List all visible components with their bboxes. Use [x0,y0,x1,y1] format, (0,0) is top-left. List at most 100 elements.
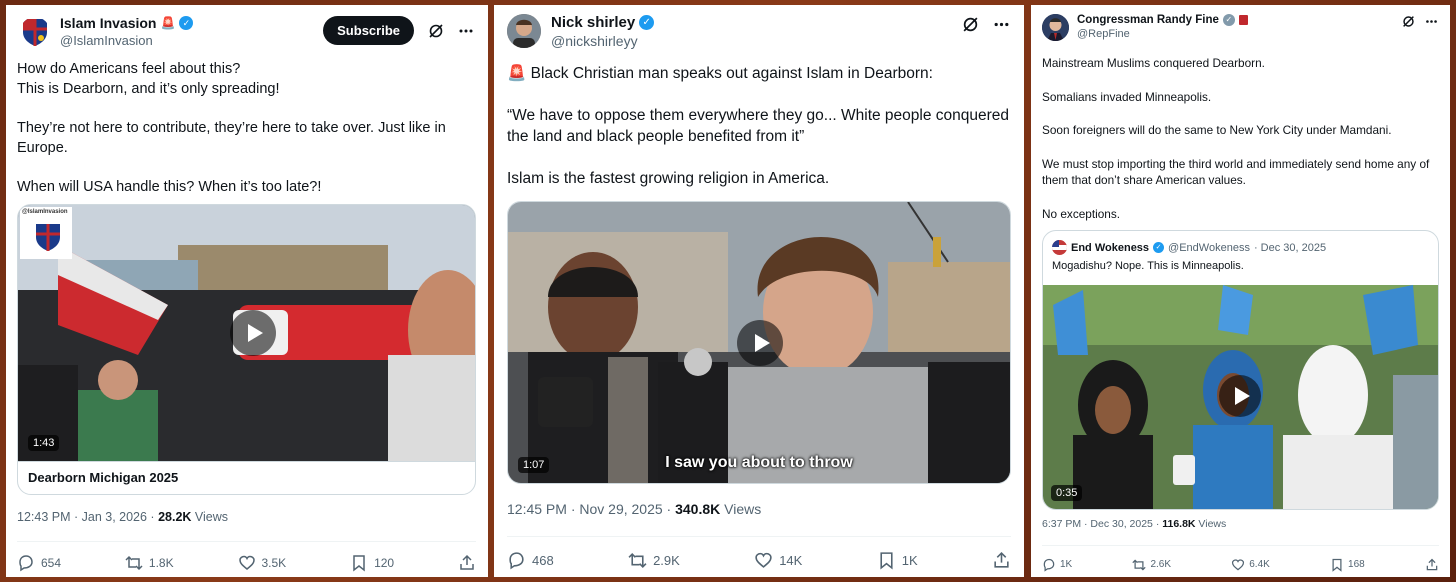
video-duration: 1:43 [28,435,60,451]
tweet-text: 🚨 Black Christian man speaks out against… [507,65,1010,188]
views-label: Views [1195,518,1227,530]
avatar[interactable] [1042,14,1069,41]
video-card[interactable]: @IslamInvasion 1:43 Dearborn Michigan 20… [17,204,476,495]
heart-icon [755,552,772,568]
timestamp[interactable]: 6:37 PM · Dec 30, 2025 · [1042,518,1162,530]
play-button[interactable] [230,310,276,356]
like-button[interactable]: 14K [754,546,802,574]
reply-icon [19,555,33,572]
repost-icon [1132,558,1147,571]
repost-button[interactable]: 2.9K [628,546,680,574]
play-button[interactable] [737,320,783,366]
grok-icon[interactable] [962,16,979,33]
author-handle[interactable]: @IslamInvasion [60,33,193,48]
like-count: 6.4K [1249,559,1270,570]
bookmark-button[interactable]: 1K [877,546,918,574]
like-count: 14K [779,552,803,568]
play-button[interactable] [1219,375,1261,417]
bookmark-button[interactable]: 168 [1330,554,1365,575]
like-count: 3.5K [261,556,287,570]
avatar[interactable] [507,14,541,48]
bookmark-icon [353,555,365,572]
header-actions [962,16,1010,33]
reply-button[interactable]: 654 [17,551,61,575]
share-icon [994,551,1009,568]
views-label: Views [720,501,762,517]
grok-icon[interactable] [1402,15,1415,28]
author-handle[interactable]: @RepFine [1077,28,1248,40]
tweet-meta: 6:37 PM · Dec 30, 2025 · 116.8K Views [1042,518,1226,530]
tweet-text: How do Americans feel about this? This i… [17,61,446,196]
avatar[interactable] [20,17,50,47]
reply-count: 468 [532,552,554,568]
heart-icon [238,555,255,570]
bookmark-count: 120 [374,556,395,570]
author-name[interactable]: Islam Invasion [60,15,156,31]
avatar[interactable] [1052,240,1067,255]
reply-icon [1043,558,1055,572]
share-button[interactable] [458,551,476,575]
profile-photo [507,14,541,48]
share-icon [460,554,474,570]
affiliation-flag-icon [1238,15,1248,25]
quote-tweet[interactable]: End Wokeness ✓ @EndWokeness · Dec 30, 20… [1042,230,1439,510]
more-icon[interactable] [993,16,1010,33]
video-card[interactable]: 1:07 I saw you about to throw [507,201,1011,484]
header-actions: Subscribe [323,16,474,45]
watermark-shield-icon [36,224,60,251]
author-handle[interactable]: @nickshirleyy [551,33,654,49]
views-label: Views [191,510,229,524]
tweet-meta: 12:45 PM · Nov 29, 2025 · 340.8K Views [507,501,761,517]
subscribe-button[interactable]: Subscribe [323,16,414,45]
more-icon[interactable] [1425,15,1438,28]
timestamp[interactable]: 12:43 PM · Jan 3, 2026 · [17,510,158,524]
grok-icon[interactable] [428,23,444,39]
action-bar: 654 1.8K 3.5K 120 [17,541,476,575]
view-count: 116.8K [1162,518,1196,530]
repost-button[interactable]: 1.8K [125,551,174,575]
bookmark-count: 168 [1348,559,1365,570]
share-icon [1426,558,1438,570]
video-subtitle: I saw you about to throw [665,454,853,471]
reply-count: 1K [1060,559,1073,570]
verified-badge-icon: ✓ [179,16,194,30]
bookmark-button[interactable]: 120 [350,551,394,575]
video-duration: 0:35 [1051,485,1083,501]
view-count: 28.2K [158,510,192,524]
quote-author-handle[interactable]: @EndWokeness [1168,242,1250,254]
share-button[interactable] [992,546,1011,574]
profile-photo [1052,240,1067,255]
author-name[interactable]: Nick shirley [551,14,635,31]
alert-emoji: 🚨 [160,16,176,30]
tweet-meta: 12:43 PM · Jan 3, 2026 · 28.2K Views [17,510,228,524]
tweet-header: Nick shirley ✓ @nickshirleyy [507,14,655,49]
reply-icon [509,551,524,569]
share-button[interactable] [1425,554,1439,575]
tweet-header: Congressman Randy Fine ✓ @RepFine [1042,14,1248,41]
verified-badge-icon: ✓ [1153,242,1165,253]
quote-author-name[interactable]: End Wokeness [1071,242,1149,254]
reply-button[interactable]: 468 [507,546,554,574]
repost-count: 2.6K [1150,559,1172,570]
quote-header: End Wokeness ✓ @EndWokeness · Dec 30, 20… [1052,240,1326,255]
verified-badge-icon: ✓ [639,15,655,30]
tweet-card-nick-shirley: Nick shirley ✓ @nickshirleyy 🚨 Black Chr… [494,5,1024,577]
quote-text: Mogadishu? Nope. This is Minneapolis. [1052,260,1244,272]
repost-button[interactable]: 2.6K [1132,554,1171,575]
link-card-title[interactable]: Dearborn Michigan 2025 [18,461,475,494]
like-button[interactable]: 3.5K [238,551,287,575]
shield-logo-icon [23,19,47,46]
like-button[interactable]: 6.4K [1231,554,1270,575]
repost-count: 1.8K [148,556,174,570]
bookmark-count: 1K [901,552,918,568]
tweet-header: Islam Invasion 🚨 ✓ @IslamInvasion [20,15,194,48]
reply-button[interactable]: 1K [1042,554,1072,575]
author-name[interactable]: Congressman Randy Fine [1077,14,1219,26]
repost-icon [125,555,143,571]
timestamp[interactable]: 12:45 PM · Nov 29, 2025 · [507,501,675,517]
video-watermark: @IslamInvasion [22,209,68,215]
tweet-card-islam-invasion: Islam Invasion 🚨 ✓ @IslamInvasion Subscr… [6,5,488,577]
repost-icon [628,552,647,568]
bookmark-icon [880,551,893,570]
more-icon[interactable] [458,23,474,39]
